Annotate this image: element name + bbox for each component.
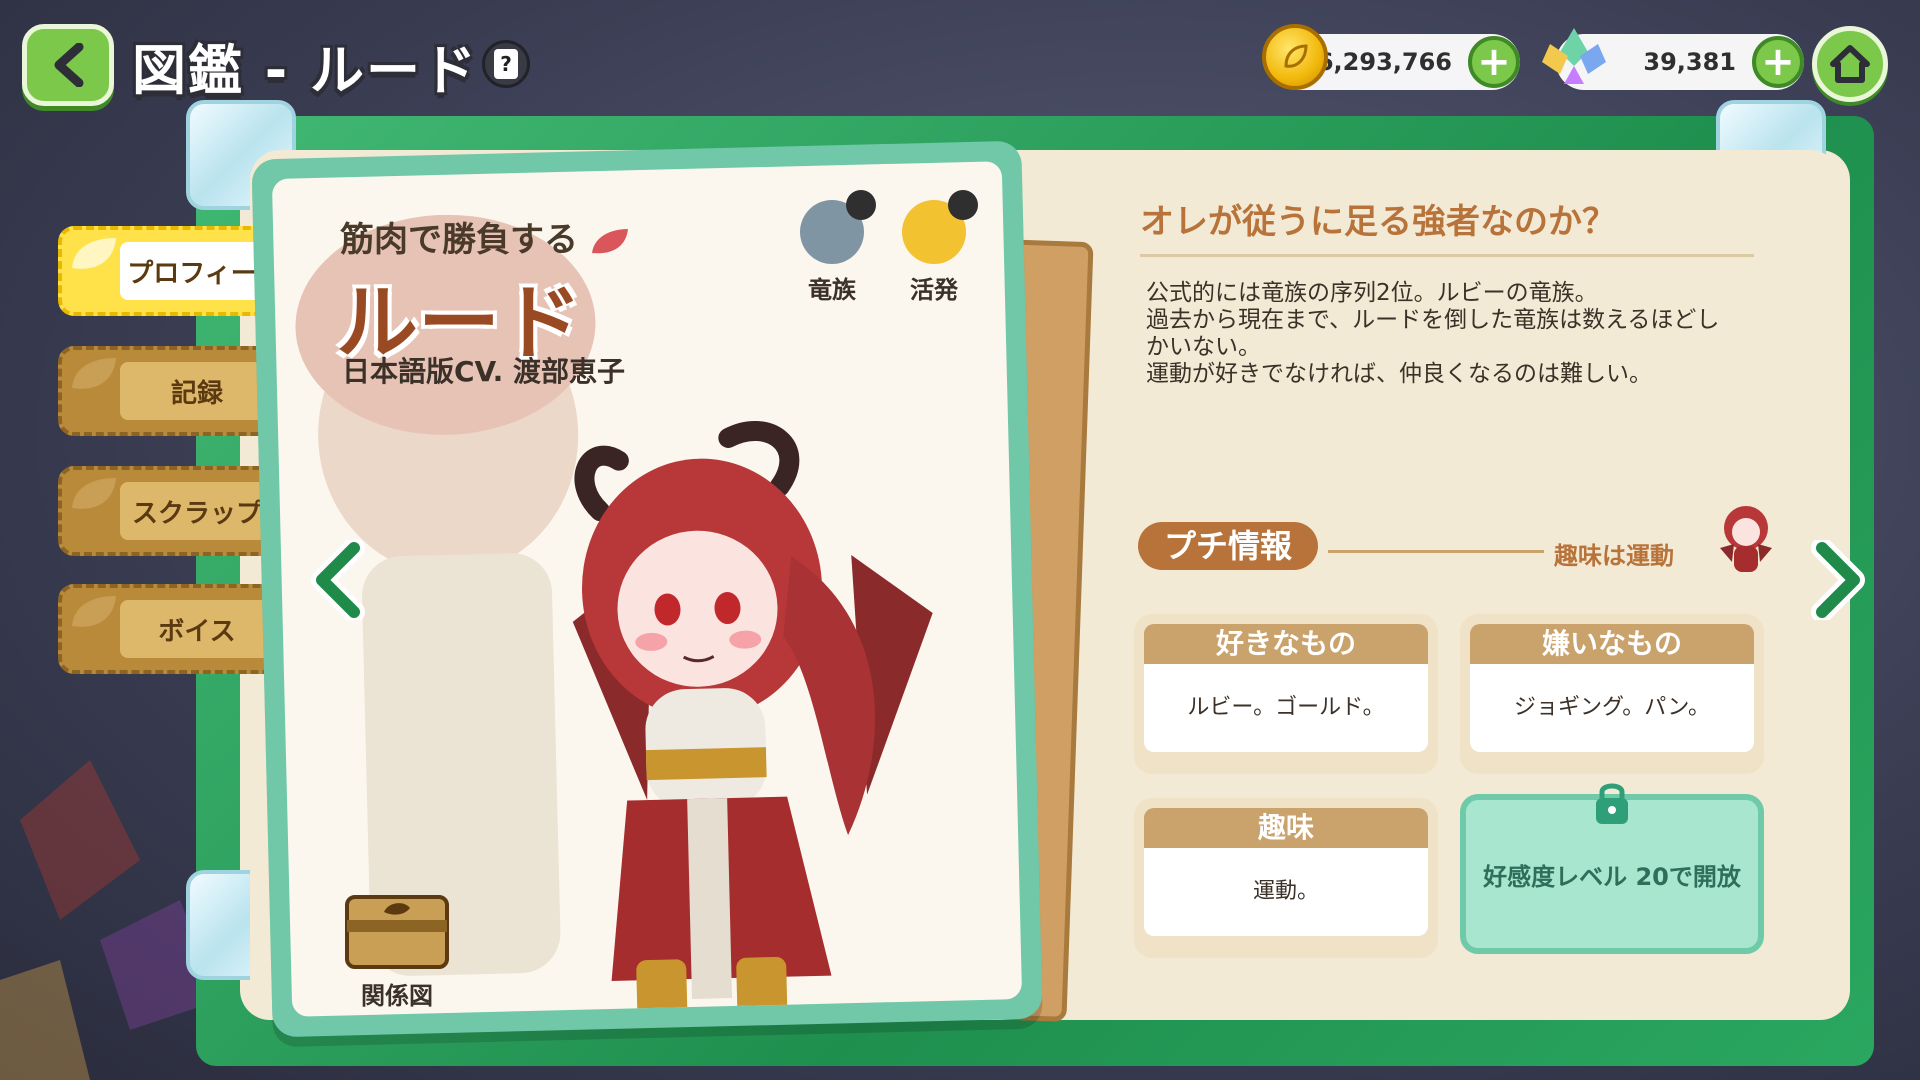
gold-amount: 6,293,766 bbox=[1316, 48, 1452, 76]
subtitle-text: 筋肉で勝負する bbox=[340, 220, 578, 260]
home-icon bbox=[1830, 45, 1870, 83]
dislikes-header: 嫌いなもの bbox=[1470, 624, 1754, 664]
leaf-icon bbox=[72, 596, 116, 627]
help-button[interactable]: ? bbox=[482, 40, 530, 88]
relationship-label: 関係図 bbox=[361, 982, 433, 1010]
race-label: 竜族 bbox=[808, 276, 856, 304]
race-badge[interactable]: 竜族 bbox=[800, 190, 876, 305]
next-character-button[interactable] bbox=[1806, 540, 1870, 620]
tab-label: スクラップ bbox=[120, 482, 274, 540]
page-title: 図鑑 - ルード bbox=[132, 39, 479, 102]
profile-description: 公式的には竜族の序列2位。ルビーの竜族。 過去から現在まで、ルードを倒した竜族は… bbox=[1146, 280, 1756, 388]
add-gem-button[interactable]: + bbox=[1752, 36, 1804, 88]
likes-box: 好きなもの ルビー。ゴールド。 bbox=[1134, 614, 1438, 774]
description-line: かいない。 bbox=[1146, 334, 1261, 360]
leaf-icon bbox=[72, 238, 116, 269]
dislikes-box: 嫌いなもの ジョギング。パン。 bbox=[1460, 614, 1764, 774]
divider bbox=[1140, 254, 1754, 257]
tab-label: ボイス bbox=[120, 600, 274, 658]
relationship-button[interactable]: 関係図 bbox=[342, 894, 452, 1011]
back-button[interactable] bbox=[22, 24, 114, 106]
voice-actor: 日本語版CV. 渡部恵子 bbox=[342, 355, 625, 388]
description-line: 公式的には竜族の序列2位。ルビーの竜族。 bbox=[1146, 280, 1598, 306]
crystal-gem-icon bbox=[1542, 28, 1606, 84]
petit-info-hint: 趣味は運動 bbox=[1554, 542, 1674, 570]
back-arrow-icon bbox=[54, 43, 84, 87]
tab-label: 記録 bbox=[120, 362, 274, 420]
likes-header: 好きなもの bbox=[1144, 624, 1428, 664]
sun-icon bbox=[902, 190, 978, 264]
divider bbox=[1328, 550, 1544, 553]
home-button[interactable] bbox=[1812, 26, 1888, 102]
character-portrait bbox=[572, 421, 933, 1017]
prev-character-button[interactable] bbox=[306, 540, 370, 620]
leaf-icon bbox=[72, 478, 116, 509]
petit-info-title: プチ情報 bbox=[1138, 522, 1318, 570]
description-line: 過去から現在まで、ルードを倒した竜族は数えるほどし bbox=[1146, 307, 1720, 333]
lock-icon bbox=[1596, 783, 1628, 824]
hobby-value: 運動。 bbox=[1144, 848, 1428, 936]
relationship-chest-icon bbox=[345, 895, 449, 969]
leaf-icon bbox=[591, 228, 628, 253]
hobby-header: 趣味 bbox=[1144, 808, 1428, 848]
trait-badge[interactable]: 活発 bbox=[902, 190, 978, 305]
magnifier-icon bbox=[846, 190, 876, 220]
character-chibi-icon bbox=[1720, 506, 1772, 572]
add-gold-button[interactable]: + bbox=[1468, 36, 1520, 88]
profile-quote: オレが従うに足る強者なのか？ bbox=[1140, 202, 1616, 242]
tab-voice[interactable]: ボイス bbox=[58, 584, 286, 674]
character-subtitle: 筋肉で勝負する bbox=[340, 212, 630, 261]
magnifier-icon bbox=[948, 190, 978, 220]
tab-records[interactable]: 記録 bbox=[58, 346, 286, 436]
gem-amount: 39,381 bbox=[1643, 48, 1736, 76]
hobby-box: 趣味 運動。 bbox=[1134, 798, 1438, 958]
tab-scrap[interactable]: スクラップ bbox=[58, 466, 286, 556]
leaf-icon bbox=[72, 358, 116, 389]
description-line: 運動が好きでなければ、仲良くなるのは難しい。 bbox=[1146, 361, 1652, 387]
dislikes-value: ジョギング。パン。 bbox=[1470, 664, 1754, 752]
locked-text: 好感度レベル 20で開放 bbox=[1483, 862, 1741, 891]
gold-coin-icon bbox=[1262, 24, 1328, 90]
help-icon: ? bbox=[494, 49, 518, 79]
dragon-icon bbox=[800, 190, 876, 264]
likes-value: ルビー。ゴールド。 bbox=[1144, 664, 1428, 752]
trait-label: 活発 bbox=[910, 276, 958, 304]
